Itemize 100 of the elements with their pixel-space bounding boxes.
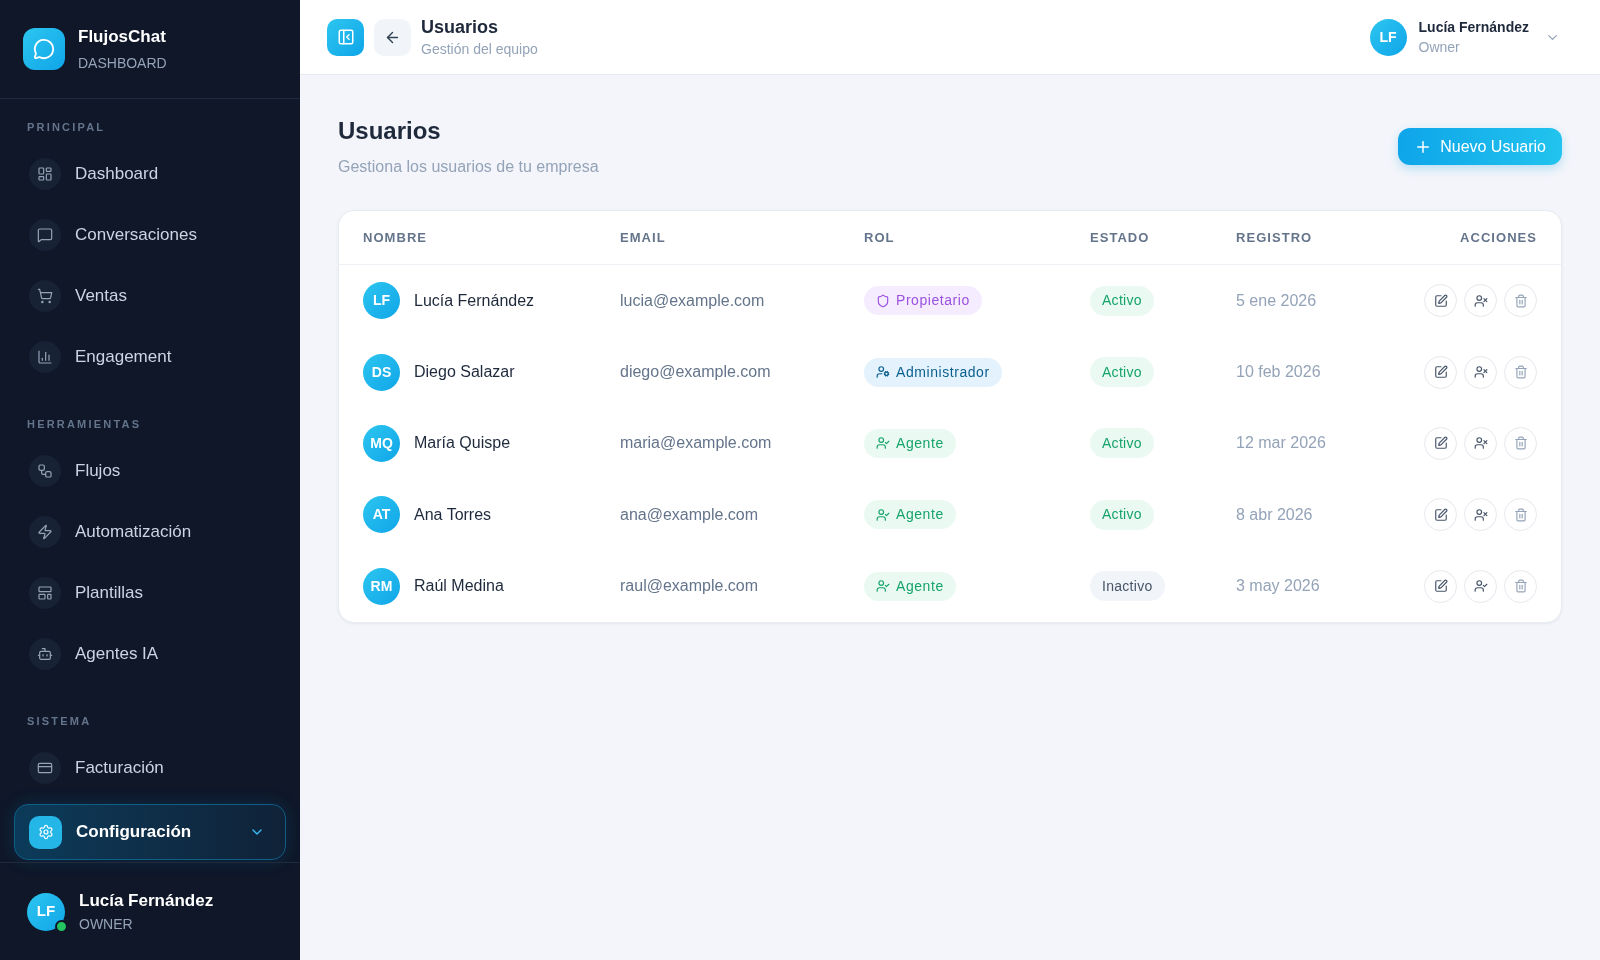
edit-icon bbox=[1433, 293, 1448, 308]
sidebar-item[interactable]: Automatización bbox=[14, 507, 286, 557]
brand-subtitle: DASHBOARD bbox=[78, 53, 167, 73]
page-subtitle: Gestiona los usuarios de tu empresa bbox=[338, 157, 599, 177]
shield-icon bbox=[876, 293, 890, 308]
edit-button[interactable] bbox=[1424, 498, 1457, 532]
user-name: Lucía Fernández bbox=[414, 290, 535, 311]
user-avatar: LF bbox=[27, 892, 65, 931]
role-label: Agente bbox=[896, 505, 944, 525]
edit-button[interactable] bbox=[1424, 569, 1457, 603]
user-role: Owner bbox=[1418, 38, 1460, 57]
user-check-icon bbox=[876, 436, 890, 451]
user-x-icon bbox=[1473, 507, 1488, 522]
email-cell-text: diego@example.com bbox=[620, 362, 771, 383]
panel-icon bbox=[336, 28, 355, 46]
edit-button[interactable] bbox=[1424, 426, 1457, 460]
user-menu[interactable]: LF Lucía Fernández Owner bbox=[1369, 17, 1560, 57]
settings-icon bbox=[29, 815, 62, 849]
trash-icon bbox=[1513, 293, 1528, 308]
user-avatar: AT bbox=[363, 496, 400, 534]
section-title: HERRAMIENTAS bbox=[26, 417, 143, 432]
trash-icon bbox=[1513, 365, 1528, 380]
trash-icon bbox=[1513, 579, 1528, 594]
chat-logo-icon bbox=[23, 28, 65, 70]
status-pill: Activo bbox=[1090, 357, 1154, 388]
column-header: ROL bbox=[864, 228, 895, 247]
trash-icon bbox=[1513, 436, 1528, 451]
sidebar-item[interactable]: Dashboard bbox=[14, 149, 286, 199]
header-subtitle: Gestión del equipo bbox=[421, 40, 538, 59]
collapse-sidebar-button[interactable] bbox=[327, 18, 364, 56]
email-cell-text: ana@example.com bbox=[620, 504, 759, 525]
sidebar-item[interactable]: Conversaciones bbox=[14, 210, 286, 260]
brand-name: FlujosChat bbox=[78, 25, 167, 48]
user-name: Ana Torres bbox=[414, 504, 492, 525]
email-cell-text: lucia@example.com bbox=[620, 290, 765, 311]
layout-icon bbox=[29, 577, 61, 609]
column-header: NOMBRE bbox=[363, 228, 428, 247]
user-gear-icon bbox=[876, 365, 890, 380]
lightning-icon bbox=[29, 516, 61, 548]
user-name: María Quispe bbox=[414, 433, 511, 454]
user-x-icon bbox=[1473, 293, 1488, 308]
status-pill: Activo bbox=[1090, 428, 1154, 459]
role-label: Administrador bbox=[896, 362, 990, 382]
chat-bubble-icon bbox=[29, 219, 61, 251]
bar-chart-icon bbox=[29, 341, 61, 373]
deactivate-user-button[interactable] bbox=[1464, 355, 1497, 389]
user-name: Lucía Fernández bbox=[1418, 18, 1529, 37]
activate-user-button[interactable] bbox=[1464, 569, 1497, 603]
flow-icon bbox=[29, 455, 61, 487]
status-pill: Inactivo bbox=[1090, 571, 1165, 602]
role-label: Agente bbox=[896, 576, 944, 596]
deactivate-user-button[interactable] bbox=[1464, 498, 1497, 532]
user-avatar: MQ bbox=[363, 424, 400, 462]
user-name: Raúl Medina bbox=[414, 576, 504, 597]
date-cell-text: 5 ene 2026 bbox=[1236, 290, 1317, 311]
column-header: REGISTRO bbox=[1236, 228, 1313, 247]
user-check-icon bbox=[876, 579, 890, 594]
sidebar-item[interactable]: Engagement bbox=[14, 332, 286, 382]
sidebar-item[interactable]: Flujos bbox=[14, 446, 286, 496]
sidebar-item[interactable]: Plantillas bbox=[14, 568, 286, 618]
email-cell-text: raul@example.com bbox=[620, 576, 759, 597]
header-title: Usuarios bbox=[421, 16, 500, 39]
status-pill: Activo bbox=[1090, 285, 1154, 316]
email-cell-text: maria@example.com bbox=[620, 433, 772, 454]
status-pill: Activo bbox=[1090, 499, 1154, 530]
date-cell-text: 3 may 2026 bbox=[1236, 576, 1320, 597]
column-header: ESTADO bbox=[1090, 228, 1150, 247]
sidebar-item[interactable]: Facturación bbox=[14, 743, 286, 793]
edit-icon bbox=[1433, 436, 1448, 451]
robot-icon bbox=[29, 638, 61, 670]
grid-icon bbox=[29, 158, 61, 190]
deactivate-user-button[interactable] bbox=[1464, 426, 1497, 460]
back-button[interactable] bbox=[374, 18, 411, 56]
column-header: EMAIL bbox=[620, 228, 666, 247]
edit-button[interactable] bbox=[1424, 284, 1457, 318]
user-x-icon bbox=[1473, 365, 1488, 380]
sidebar-item[interactable]: Configuración bbox=[14, 804, 286, 860]
user-name: Diego Salazar bbox=[414, 362, 515, 383]
section-title: SISTEMA bbox=[26, 714, 93, 729]
user-name: Lucía Fernández bbox=[79, 889, 214, 912]
sidebar-item[interactable]: Agentes IA bbox=[14, 629, 286, 679]
edit-button[interactable] bbox=[1424, 355, 1457, 389]
deactivate-user-button[interactable] bbox=[1464, 284, 1497, 318]
role-label: Propietario bbox=[896, 291, 970, 311]
role-label: Agente bbox=[896, 433, 944, 453]
user-avatar: LF bbox=[1369, 18, 1407, 56]
user-role: OWNER bbox=[79, 914, 134, 934]
page-title: Usuarios bbox=[338, 116, 441, 146]
edit-icon bbox=[1433, 579, 1448, 594]
section-title: PRINCIPAL bbox=[26, 120, 107, 135]
user-check-icon bbox=[1473, 579, 1488, 594]
user-avatar: RM bbox=[363, 567, 400, 605]
edit-icon bbox=[1433, 365, 1448, 380]
date-cell-text: 8 abr 2026 bbox=[1236, 504, 1313, 525]
user-check-icon bbox=[876, 507, 890, 522]
user-x-icon bbox=[1473, 436, 1488, 451]
sidebar-item[interactable]: Ventas bbox=[14, 271, 286, 321]
date-cell-text: 12 mar 2026 bbox=[1236, 433, 1326, 454]
trash-icon bbox=[1513, 507, 1528, 522]
credit-card-icon bbox=[29, 752, 61, 784]
